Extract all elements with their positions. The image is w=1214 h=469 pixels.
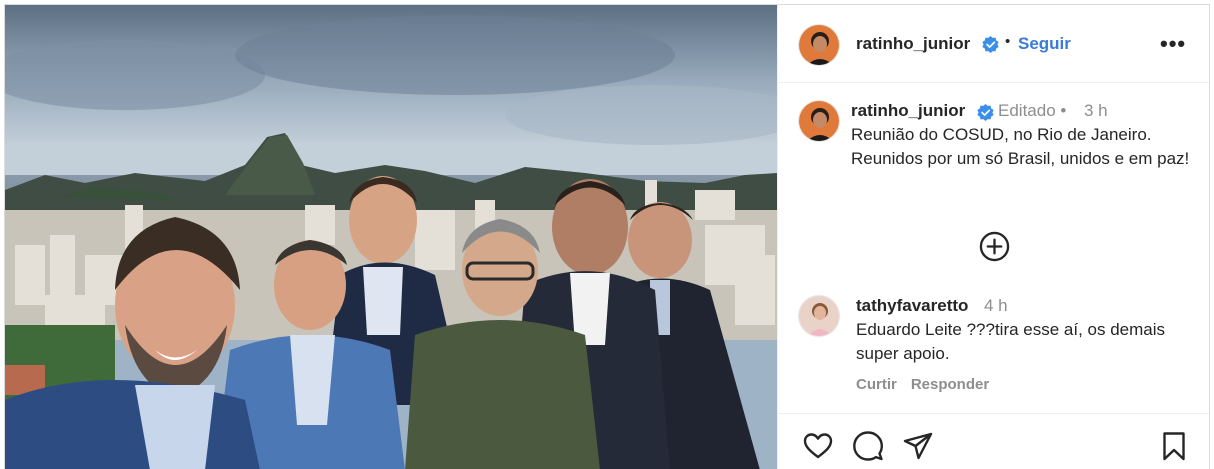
plus-circle-icon[interactable] bbox=[979, 231, 1010, 262]
comment-text: Eduardo Leite ???tira esse aí, os demais… bbox=[856, 320, 1166, 363]
caption-author-avatar[interactable] bbox=[798, 100, 840, 142]
heart-icon[interactable] bbox=[802, 430, 834, 462]
commenter-avatar[interactable] bbox=[798, 295, 840, 337]
post-container: ratinho_junior • Seguir ••• ratinho_juni… bbox=[4, 4, 1210, 469]
group-selfie-image bbox=[5, 5, 777, 469]
comment-timestamp[interactable]: 4 h bbox=[984, 296, 1008, 316]
comment-actions: Curtir Responder bbox=[856, 376, 989, 393]
caption-text: Reunião do COSUD, no Rio de Janeiro. Reu… bbox=[851, 125, 1190, 168]
post-photo[interactable] bbox=[5, 5, 777, 469]
post-header: ratinho_junior • Seguir ••• bbox=[778, 5, 1209, 83]
commenter-username[interactable]: tathyfavaretto bbox=[856, 296, 968, 316]
follow-button[interactable]: Seguir bbox=[1018, 34, 1071, 54]
author-username[interactable]: ratinho_junior bbox=[856, 34, 970, 54]
post-side-panel: ratinho_junior • Seguir ••• ratinho_juni… bbox=[777, 5, 1209, 469]
post-action-bar bbox=[778, 413, 1209, 469]
caption-username[interactable]: ratinho_junior bbox=[851, 101, 965, 121]
verified-badge-icon bbox=[977, 104, 994, 121]
comment-bubble-icon[interactable] bbox=[852, 430, 884, 462]
author-avatar[interactable] bbox=[798, 24, 840, 66]
comment-reply-button[interactable]: Responder bbox=[911, 376, 989, 393]
edited-label: Editado • bbox=[998, 101, 1067, 120]
comment-like-button[interactable]: Curtir bbox=[856, 376, 897, 393]
caption-timestamp[interactable]: 3 h bbox=[1084, 101, 1108, 121]
verified-badge-icon bbox=[982, 36, 999, 53]
send-icon[interactable] bbox=[902, 430, 934, 462]
header-separator: • bbox=[1005, 33, 1011, 50]
bookmark-icon[interactable] bbox=[1158, 430, 1190, 462]
more-options-icon[interactable]: ••• bbox=[1160, 31, 1186, 57]
